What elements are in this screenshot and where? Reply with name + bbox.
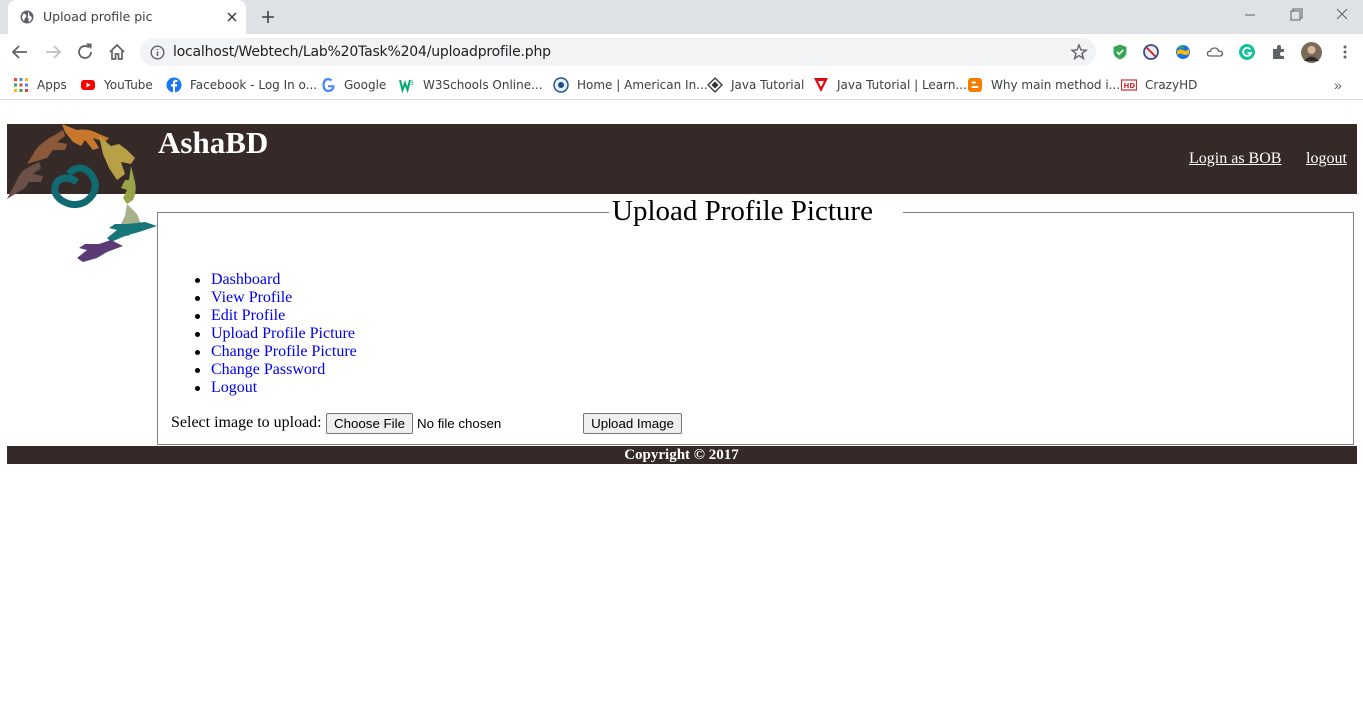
logout-menu-link[interactable]: Logout bbox=[211, 379, 257, 396]
bookmark-label: Facebook - Log In o... bbox=[190, 78, 318, 92]
menu-item-logout: Logout bbox=[195, 379, 357, 397]
more-vert-icon[interactable] bbox=[1336, 43, 1354, 61]
fieldset-border-left bbox=[157, 212, 609, 213]
google-icon bbox=[322, 78, 335, 92]
fieldset-border-right bbox=[903, 212, 1354, 213]
close-icon[interactable] bbox=[224, 9, 240, 25]
forward-arrow-icon[interactable] bbox=[43, 42, 63, 62]
browser-tab[interactable]: Upload profile pic bbox=[8, 0, 246, 34]
hands-logo-icon bbox=[7, 124, 157, 262]
globe-extension-icon[interactable] bbox=[1174, 43, 1192, 61]
edit-profile-link[interactable]: Edit Profile bbox=[211, 307, 285, 324]
bookmark-google[interactable]: Google bbox=[320, 76, 386, 94]
dashboard-link[interactable]: Dashboard bbox=[211, 271, 280, 288]
cloud-extension-icon[interactable] bbox=[1206, 43, 1224, 61]
nav-menu: Dashboard View Profile Edit Profile Uplo… bbox=[195, 271, 357, 397]
bookmark-facebook[interactable]: Facebook - Log In o... bbox=[166, 76, 317, 94]
bookmark-aiub[interactable]: Home | American In... bbox=[553, 76, 708, 94]
menu-item-change-password: Change Password bbox=[195, 361, 357, 379]
grammarly-icon[interactable] bbox=[1238, 43, 1256, 61]
menu-item-upload-picture: Upload Profile Picture bbox=[195, 325, 357, 343]
view-profile-link[interactable]: View Profile bbox=[211, 289, 292, 306]
bookmark-crazyhd[interactable]: HD CrazyHD bbox=[1121, 76, 1197, 94]
upload-profile-picture-link[interactable]: Upload Profile Picture bbox=[211, 325, 355, 342]
w3schools-icon: 3 bbox=[399, 79, 414, 93]
home-icon[interactable] bbox=[107, 42, 127, 62]
change-profile-picture-link[interactable]: Change Profile Picture bbox=[211, 343, 357, 360]
page-content: AshaBD Login as BOB logout Upload Profil… bbox=[0, 103, 1363, 728]
facebook-icon bbox=[166, 77, 182, 93]
bookmark-label: Google bbox=[344, 78, 387, 92]
apps-grid-icon bbox=[14, 78, 28, 92]
upload-label: Select image to upload: bbox=[171, 414, 322, 431]
copyright-text: Copyright © 2017 bbox=[624, 447, 739, 463]
hd-icon: HD bbox=[1121, 79, 1137, 91]
minimize-icon[interactable] bbox=[1239, 6, 1261, 24]
menu-item-view-profile: View Profile bbox=[195, 289, 357, 307]
change-password-link[interactable]: Change Password bbox=[211, 361, 325, 378]
site-title: AshaBD bbox=[158, 125, 269, 160]
block-extension-icon[interactable] bbox=[1142, 43, 1160, 61]
bookmark-label: YouTube bbox=[104, 78, 153, 92]
menu-item-edit-profile: Edit Profile bbox=[195, 307, 357, 325]
shield-extension-icon[interactable] bbox=[1111, 43, 1129, 61]
back-arrow-icon[interactable] bbox=[10, 42, 30, 62]
bookmark-label: Why main method i... bbox=[991, 78, 1121, 92]
fieldset-legend: Upload Profile Picture bbox=[612, 195, 873, 227]
aiub-icon bbox=[553, 77, 569, 93]
blogger-icon bbox=[968, 78, 982, 92]
upload-image-button[interactable]: Upload Image bbox=[583, 413, 682, 434]
bookmark-label: Apps bbox=[37, 78, 67, 92]
tab-title: Upload profile pic bbox=[43, 9, 153, 24]
no-file-chosen-text: No file chosen bbox=[417, 416, 502, 431]
logout-link[interactable]: logout bbox=[1306, 150, 1347, 168]
url-text[interactable]: localhost/Webtech/Lab%20Task%204/uploadp… bbox=[173, 44, 551, 60]
java-diamond-icon bbox=[707, 77, 723, 93]
bookmark-w3schools[interactable]: 3 W3Schools Online... bbox=[399, 76, 543, 94]
bookmark-java-tutorial[interactable]: Java Tutorial bbox=[707, 76, 804, 94]
restore-icon[interactable] bbox=[1285, 6, 1307, 24]
reload-icon[interactable] bbox=[75, 42, 95, 62]
bookmark-label: W3Schools Online... bbox=[423, 78, 543, 92]
bookmark-label: Home | American In... bbox=[577, 78, 708, 92]
bookmark-star-icon[interactable] bbox=[1070, 43, 1088, 61]
youtube-icon bbox=[81, 80, 95, 90]
bookmark-java-tutorial-learn[interactable]: Java Tutorial | Learn... bbox=[813, 76, 967, 94]
bookmark-label: Java Tutorial | Learn... bbox=[837, 78, 967, 92]
avatar[interactable] bbox=[1301, 42, 1322, 63]
new-tab-plus-icon[interactable] bbox=[259, 8, 277, 26]
svg-text:3: 3 bbox=[410, 80, 414, 87]
bookmark-youtube[interactable]: YouTube bbox=[80, 76, 153, 94]
menu-item-change-picture: Change Profile Picture bbox=[195, 343, 357, 361]
globe-icon bbox=[20, 10, 34, 24]
menu-item-dashboard: Dashboard bbox=[195, 271, 357, 289]
java-triangle-icon bbox=[814, 78, 828, 92]
window-close-icon[interactable] bbox=[1331, 6, 1353, 24]
info-icon[interactable] bbox=[150, 45, 165, 60]
svg-text:HD: HD bbox=[1124, 82, 1136, 90]
bookmark-why-main[interactable]: Why main method i... bbox=[967, 76, 1120, 94]
bookmark-label: Java Tutorial bbox=[731, 78, 805, 92]
bookmark-label: CrazyHD bbox=[1145, 78, 1198, 92]
bookmark-apps[interactable]: Apps bbox=[13, 76, 67, 94]
login-as-link[interactable]: Login as BOB bbox=[1189, 150, 1281, 168]
puzzle-extensions-icon[interactable] bbox=[1270, 43, 1288, 61]
more-bookmarks-button[interactable]: » bbox=[1334, 77, 1342, 93]
choose-file-button[interactable]: Choose File bbox=[326, 413, 413, 434]
